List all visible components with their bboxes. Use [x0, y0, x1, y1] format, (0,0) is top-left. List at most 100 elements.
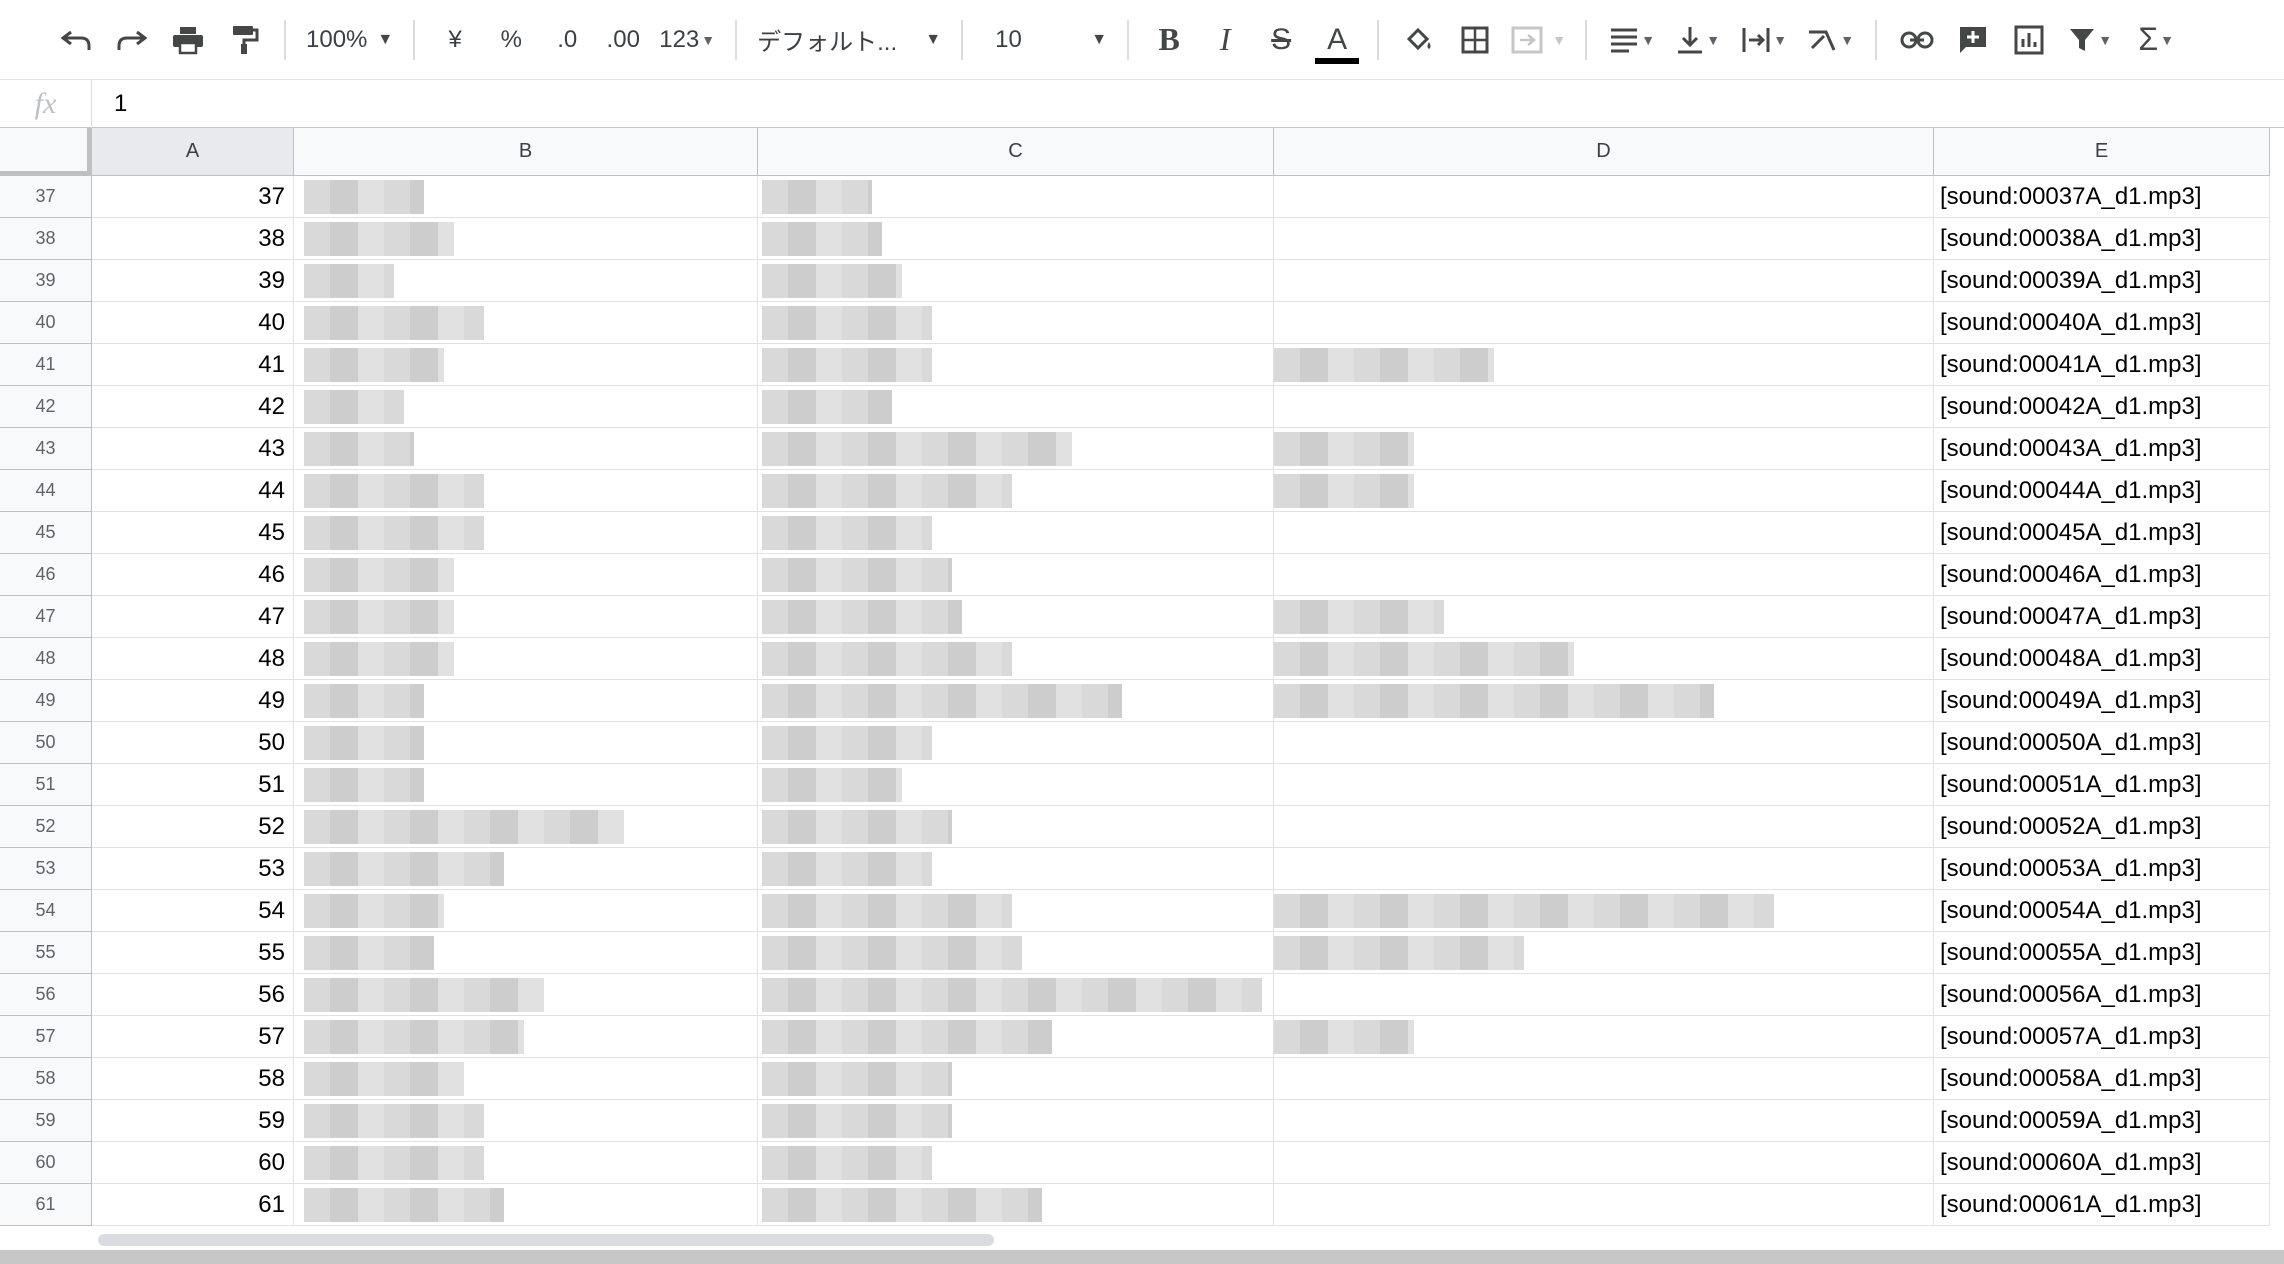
cell-a[interactable]: 44 — [92, 470, 294, 512]
cell-b-redacted[interactable] — [294, 1016, 758, 1058]
zoom-dropdown[interactable]: 100% ▼ — [298, 12, 401, 68]
cell-a[interactable]: 57 — [92, 1016, 294, 1058]
cell-a[interactable]: 49 — [92, 680, 294, 722]
cell-e[interactable]: [sound:00052A_d1.mp3] — [1934, 806, 2270, 848]
cell-c-redacted[interactable] — [758, 890, 1274, 932]
print-icon[interactable] — [160, 12, 216, 68]
cell-b-redacted[interactable] — [294, 386, 758, 428]
row-header[interactable]: 45 — [0, 512, 92, 554]
cell-a[interactable]: 50 — [92, 722, 294, 764]
cell-c-redacted[interactable] — [758, 638, 1274, 680]
row-header[interactable]: 59 — [0, 1100, 92, 1142]
cell-a[interactable]: 47 — [92, 596, 294, 638]
cell-d-redacted[interactable] — [1274, 596, 1934, 638]
cell-e[interactable]: [sound:00039A_d1.mp3] — [1934, 260, 2270, 302]
row-header[interactable]: 49 — [0, 680, 92, 722]
cell-d-redacted[interactable] — [1274, 680, 1934, 722]
cell-e[interactable]: [sound:00043A_d1.mp3] — [1934, 428, 2270, 470]
row-header[interactable]: 54 — [0, 890, 92, 932]
cell-b-redacted[interactable] — [294, 974, 758, 1016]
cell-a[interactable]: 51 — [92, 764, 294, 806]
cell-b-redacted[interactable] — [294, 218, 758, 260]
merge-cells-icon[interactable]: ▼ — [1503, 12, 1573, 68]
text-rotation-icon[interactable]: ▼ — [1797, 12, 1863, 68]
cell-d-redacted[interactable] — [1274, 1058, 1934, 1100]
insert-chart-icon[interactable] — [2001, 12, 2057, 68]
borders-icon[interactable] — [1447, 12, 1503, 68]
font-dropdown[interactable]: デフォルト... ▼ — [749, 12, 949, 68]
cell-b-redacted[interactable] — [294, 764, 758, 806]
cell-c-redacted[interactable] — [758, 1184, 1274, 1226]
cell-d-redacted[interactable] — [1274, 974, 1934, 1016]
cell-a[interactable]: 45 — [92, 512, 294, 554]
cell-e[interactable]: [sound:00045A_d1.mp3] — [1934, 512, 2270, 554]
more-formats-dropdown[interactable]: 123 ▼ — [651, 12, 723, 68]
cell-c-redacted[interactable] — [758, 1100, 1274, 1142]
paint-format-icon[interactable] — [216, 12, 272, 68]
cell-b-redacted[interactable] — [294, 806, 758, 848]
undo-icon[interactable] — [48, 12, 104, 68]
cell-a[interactable]: 61 — [92, 1184, 294, 1226]
row-header[interactable]: 37 — [0, 176, 92, 218]
cell-e[interactable]: [sound:00061A_d1.mp3] — [1934, 1184, 2270, 1226]
cell-a[interactable]: 38 — [92, 218, 294, 260]
cell-d-redacted[interactable] — [1274, 848, 1934, 890]
cell-d-redacted[interactable] — [1274, 722, 1934, 764]
cell-e[interactable]: [sound:00059A_d1.mp3] — [1934, 1100, 2270, 1142]
column-header-b[interactable]: B — [294, 128, 758, 176]
row-header[interactable]: 40 — [0, 302, 92, 344]
cell-c-redacted[interactable] — [758, 428, 1274, 470]
cell-d-redacted[interactable] — [1274, 1184, 1934, 1226]
cell-c-redacted[interactable] — [758, 344, 1274, 386]
cell-c-redacted[interactable] — [758, 848, 1274, 890]
cell-a[interactable]: 52 — [92, 806, 294, 848]
cell-c-redacted[interactable] — [758, 386, 1274, 428]
cell-a[interactable]: 42 — [92, 386, 294, 428]
cell-e[interactable]: [sound:00051A_d1.mp3] — [1934, 764, 2270, 806]
cell-a[interactable]: 58 — [92, 1058, 294, 1100]
cell-e[interactable]: [sound:00047A_d1.mp3] — [1934, 596, 2270, 638]
cell-e[interactable]: [sound:00046A_d1.mp3] — [1934, 554, 2270, 596]
row-header[interactable]: 57 — [0, 1016, 92, 1058]
cell-a[interactable]: 41 — [92, 344, 294, 386]
cell-d-redacted[interactable] — [1274, 260, 1934, 302]
cell-b-redacted[interactable] — [294, 1058, 758, 1100]
cell-d-redacted[interactable] — [1274, 638, 1934, 680]
cell-d-redacted[interactable] — [1274, 470, 1934, 512]
row-header[interactable]: 52 — [0, 806, 92, 848]
cell-e[interactable]: [sound:00048A_d1.mp3] — [1934, 638, 2270, 680]
cell-b-redacted[interactable] — [294, 890, 758, 932]
insert-link-icon[interactable] — [1889, 12, 1945, 68]
cell-b-redacted[interactable] — [294, 512, 758, 554]
row-header[interactable]: 43 — [0, 428, 92, 470]
column-header-c[interactable]: C — [758, 128, 1274, 176]
decrease-decimal-button[interactable]: .0 — [539, 12, 595, 68]
cell-b-redacted[interactable] — [294, 176, 758, 218]
column-header-e[interactable]: E — [1934, 128, 2270, 176]
cell-c-redacted[interactable] — [758, 302, 1274, 344]
cell-a[interactable]: 55 — [92, 932, 294, 974]
cell-b-redacted[interactable] — [294, 344, 758, 386]
formula-input[interactable]: 1 — [92, 90, 127, 118]
row-header[interactable]: 42 — [0, 386, 92, 428]
cell-a[interactable]: 43 — [92, 428, 294, 470]
row-header[interactable]: 38 — [0, 218, 92, 260]
horizontal-align-icon[interactable]: ▼ — [1599, 12, 1665, 68]
row-header[interactable]: 41 — [0, 344, 92, 386]
column-header-a[interactable]: A — [92, 128, 294, 176]
cell-d-redacted[interactable] — [1274, 344, 1934, 386]
cell-e[interactable]: [sound:00057A_d1.mp3] — [1934, 1016, 2270, 1058]
cell-c-redacted[interactable] — [758, 596, 1274, 638]
cell-d-redacted[interactable] — [1274, 512, 1934, 554]
cell-e[interactable]: [sound:00056A_d1.mp3] — [1934, 974, 2270, 1016]
text-color-button[interactable]: A — [1309, 12, 1365, 68]
cell-c-redacted[interactable] — [758, 554, 1274, 596]
cell-b-redacted[interactable] — [294, 554, 758, 596]
cell-e[interactable]: [sound:00055A_d1.mp3] — [1934, 932, 2270, 974]
cell-e[interactable]: [sound:00044A_d1.mp3] — [1934, 470, 2270, 512]
functions-icon[interactable]: Σ ▼ — [2123, 12, 2189, 68]
cell-d-redacted[interactable] — [1274, 890, 1934, 932]
row-header[interactable]: 39 — [0, 260, 92, 302]
cell-c-redacted[interactable] — [758, 974, 1274, 1016]
cell-a[interactable]: 40 — [92, 302, 294, 344]
